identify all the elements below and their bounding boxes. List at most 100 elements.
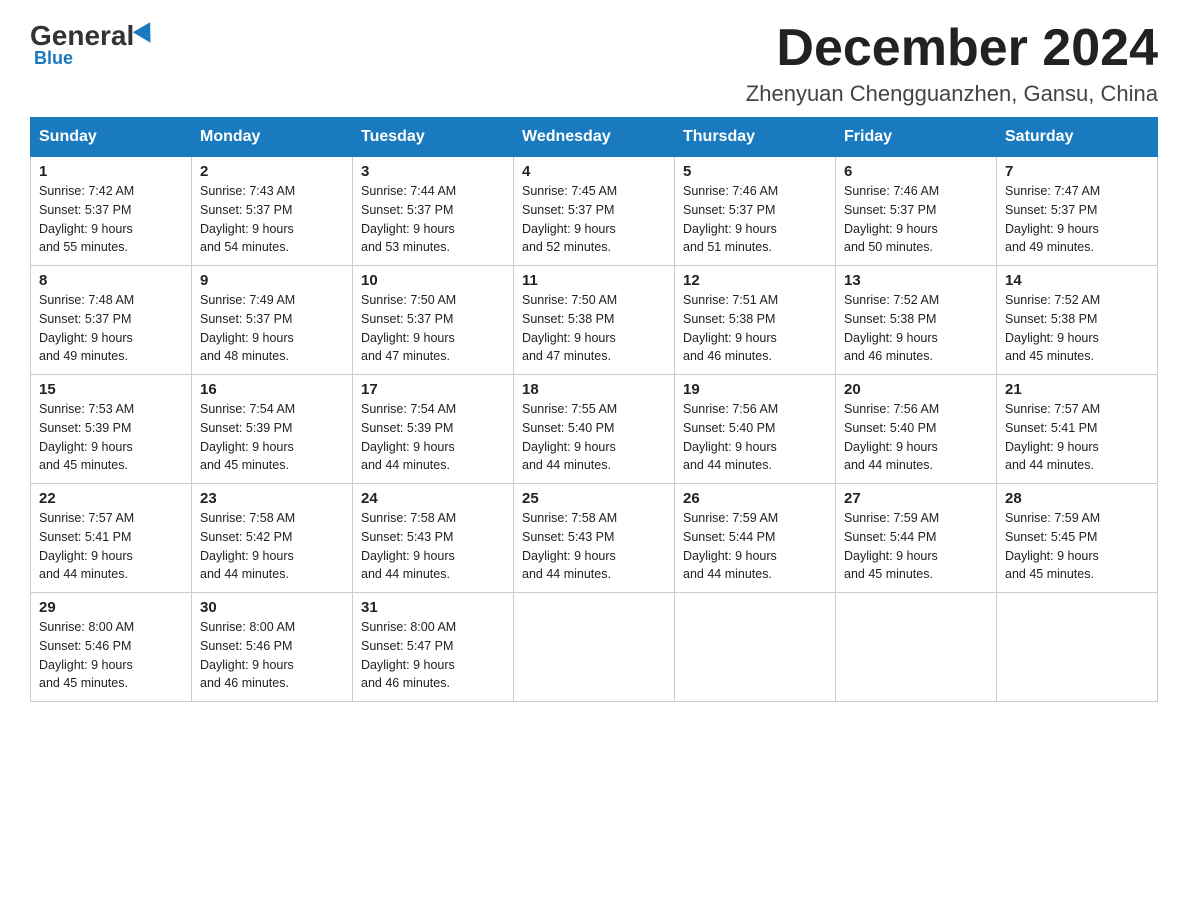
table-row: 24 Sunrise: 7:58 AMSunset: 5:43 PMDaylig… xyxy=(353,484,514,593)
day-number: 22 xyxy=(39,490,183,507)
table-row: 7 Sunrise: 7:47 AMSunset: 5:37 PMDayligh… xyxy=(997,157,1158,266)
day-number: 1 xyxy=(39,163,183,180)
day-info: Sunrise: 7:56 AMSunset: 5:40 PMDaylight:… xyxy=(844,402,939,472)
day-info: Sunrise: 7:43 AMSunset: 5:37 PMDaylight:… xyxy=(200,184,295,254)
day-number: 16 xyxy=(200,381,344,398)
logo: General Blue xyxy=(30,20,156,69)
table-row: 14 Sunrise: 7:52 AMSunset: 5:38 PMDaylig… xyxy=(997,266,1158,375)
day-info: Sunrise: 7:53 AMSunset: 5:39 PMDaylight:… xyxy=(39,402,134,472)
table-row: 26 Sunrise: 7:59 AMSunset: 5:44 PMDaylig… xyxy=(675,484,836,593)
calendar-table: Sunday Monday Tuesday Wednesday Thursday… xyxy=(30,117,1158,702)
table-row xyxy=(675,593,836,702)
calendar-week-row: 1 Sunrise: 7:42 AMSunset: 5:37 PMDayligh… xyxy=(31,157,1158,266)
day-number: 9 xyxy=(200,272,344,289)
day-number: 7 xyxy=(1005,163,1149,180)
table-row: 2 Sunrise: 7:43 AMSunset: 5:37 PMDayligh… xyxy=(192,157,353,266)
table-row: 12 Sunrise: 7:51 AMSunset: 5:38 PMDaylig… xyxy=(675,266,836,375)
calendar-week-row: 8 Sunrise: 7:48 AMSunset: 5:37 PMDayligh… xyxy=(31,266,1158,375)
day-number: 25 xyxy=(522,490,666,507)
table-row: 23 Sunrise: 7:58 AMSunset: 5:42 PMDaylig… xyxy=(192,484,353,593)
day-number: 19 xyxy=(683,381,827,398)
table-row xyxy=(997,593,1158,702)
table-row: 19 Sunrise: 7:56 AMSunset: 5:40 PMDaylig… xyxy=(675,375,836,484)
day-info: Sunrise: 7:46 AMSunset: 5:37 PMDaylight:… xyxy=(844,184,939,254)
table-row: 18 Sunrise: 7:55 AMSunset: 5:40 PMDaylig… xyxy=(514,375,675,484)
day-info: Sunrise: 7:55 AMSunset: 5:40 PMDaylight:… xyxy=(522,402,617,472)
table-row xyxy=(836,593,997,702)
day-number: 26 xyxy=(683,490,827,507)
calendar-header-row: Sunday Monday Tuesday Wednesday Thursday… xyxy=(31,118,1158,157)
day-number: 12 xyxy=(683,272,827,289)
day-info: Sunrise: 7:42 AMSunset: 5:37 PMDaylight:… xyxy=(39,184,134,254)
day-number: 18 xyxy=(522,381,666,398)
col-wednesday: Wednesday xyxy=(514,118,675,157)
table-row: 22 Sunrise: 7:57 AMSunset: 5:41 PMDaylig… xyxy=(31,484,192,593)
day-number: 15 xyxy=(39,381,183,398)
table-row: 27 Sunrise: 7:59 AMSunset: 5:44 PMDaylig… xyxy=(836,484,997,593)
day-info: Sunrise: 7:59 AMSunset: 5:44 PMDaylight:… xyxy=(683,511,778,581)
table-row: 30 Sunrise: 8:00 AMSunset: 5:46 PMDaylig… xyxy=(192,593,353,702)
table-row: 1 Sunrise: 7:42 AMSunset: 5:37 PMDayligh… xyxy=(31,157,192,266)
day-info: Sunrise: 8:00 AMSunset: 5:47 PMDaylight:… xyxy=(361,620,456,690)
calendar-week-row: 29 Sunrise: 8:00 AMSunset: 5:46 PMDaylig… xyxy=(31,593,1158,702)
logo-triangle-icon xyxy=(133,22,159,48)
table-row: 3 Sunrise: 7:44 AMSunset: 5:37 PMDayligh… xyxy=(353,157,514,266)
day-number: 6 xyxy=(844,163,988,180)
table-row: 10 Sunrise: 7:50 AMSunset: 5:37 PMDaylig… xyxy=(353,266,514,375)
table-row: 8 Sunrise: 7:48 AMSunset: 5:37 PMDayligh… xyxy=(31,266,192,375)
day-info: Sunrise: 7:54 AMSunset: 5:39 PMDaylight:… xyxy=(361,402,456,472)
day-info: Sunrise: 7:50 AMSunset: 5:38 PMDaylight:… xyxy=(522,293,617,363)
day-info: Sunrise: 7:58 AMSunset: 5:42 PMDaylight:… xyxy=(200,511,295,581)
day-info: Sunrise: 7:49 AMSunset: 5:37 PMDaylight:… xyxy=(200,293,295,363)
day-info: Sunrise: 7:52 AMSunset: 5:38 PMDaylight:… xyxy=(1005,293,1100,363)
logo-blue-text: Blue xyxy=(34,48,73,69)
table-row: 20 Sunrise: 7:56 AMSunset: 5:40 PMDaylig… xyxy=(836,375,997,484)
table-row: 15 Sunrise: 7:53 AMSunset: 5:39 PMDaylig… xyxy=(31,375,192,484)
calendar-week-row: 15 Sunrise: 7:53 AMSunset: 5:39 PMDaylig… xyxy=(31,375,1158,484)
day-info: Sunrise: 7:54 AMSunset: 5:39 PMDaylight:… xyxy=(200,402,295,472)
day-info: Sunrise: 7:56 AMSunset: 5:40 PMDaylight:… xyxy=(683,402,778,472)
day-number: 8 xyxy=(39,272,183,289)
day-number: 4 xyxy=(522,163,666,180)
day-info: Sunrise: 7:47 AMSunset: 5:37 PMDaylight:… xyxy=(1005,184,1100,254)
day-info: Sunrise: 7:58 AMSunset: 5:43 PMDaylight:… xyxy=(361,511,456,581)
day-info: Sunrise: 7:57 AMSunset: 5:41 PMDaylight:… xyxy=(39,511,134,581)
day-info: Sunrise: 7:48 AMSunset: 5:37 PMDaylight:… xyxy=(39,293,134,363)
day-number: 30 xyxy=(200,599,344,616)
table-row: 4 Sunrise: 7:45 AMSunset: 5:37 PMDayligh… xyxy=(514,157,675,266)
day-info: Sunrise: 8:00 AMSunset: 5:46 PMDaylight:… xyxy=(200,620,295,690)
day-number: 13 xyxy=(844,272,988,289)
day-number: 27 xyxy=(844,490,988,507)
table-row: 9 Sunrise: 7:49 AMSunset: 5:37 PMDayligh… xyxy=(192,266,353,375)
table-row: 28 Sunrise: 7:59 AMSunset: 5:45 PMDaylig… xyxy=(997,484,1158,593)
day-number: 10 xyxy=(361,272,505,289)
day-number: 2 xyxy=(200,163,344,180)
day-info: Sunrise: 7:46 AMSunset: 5:37 PMDaylight:… xyxy=(683,184,778,254)
location-subtitle: Zhenyuan Chengguanzhen, Gansu, China xyxy=(746,81,1158,107)
day-number: 31 xyxy=(361,599,505,616)
month-year-title: December 2024 xyxy=(746,20,1158,77)
table-row: 13 Sunrise: 7:52 AMSunset: 5:38 PMDaylig… xyxy=(836,266,997,375)
col-tuesday: Tuesday xyxy=(353,118,514,157)
day-info: Sunrise: 7:57 AMSunset: 5:41 PMDaylight:… xyxy=(1005,402,1100,472)
day-info: Sunrise: 7:52 AMSunset: 5:38 PMDaylight:… xyxy=(844,293,939,363)
day-number: 24 xyxy=(361,490,505,507)
day-info: Sunrise: 7:45 AMSunset: 5:37 PMDaylight:… xyxy=(522,184,617,254)
col-friday: Friday xyxy=(836,118,997,157)
day-info: Sunrise: 8:00 AMSunset: 5:46 PMDaylight:… xyxy=(39,620,134,690)
table-row: 6 Sunrise: 7:46 AMSunset: 5:37 PMDayligh… xyxy=(836,157,997,266)
table-row: 21 Sunrise: 7:57 AMSunset: 5:41 PMDaylig… xyxy=(997,375,1158,484)
table-row: 16 Sunrise: 7:54 AMSunset: 5:39 PMDaylig… xyxy=(192,375,353,484)
day-number: 21 xyxy=(1005,381,1149,398)
col-sunday: Sunday xyxy=(31,118,192,157)
table-row: 5 Sunrise: 7:46 AMSunset: 5:37 PMDayligh… xyxy=(675,157,836,266)
day-number: 28 xyxy=(1005,490,1149,507)
day-number: 14 xyxy=(1005,272,1149,289)
table-row: 25 Sunrise: 7:58 AMSunset: 5:43 PMDaylig… xyxy=(514,484,675,593)
day-info: Sunrise: 7:59 AMSunset: 5:45 PMDaylight:… xyxy=(1005,511,1100,581)
day-number: 23 xyxy=(200,490,344,507)
day-info: Sunrise: 7:44 AMSunset: 5:37 PMDaylight:… xyxy=(361,184,456,254)
day-number: 20 xyxy=(844,381,988,398)
day-number: 11 xyxy=(522,272,666,289)
col-thursday: Thursday xyxy=(675,118,836,157)
